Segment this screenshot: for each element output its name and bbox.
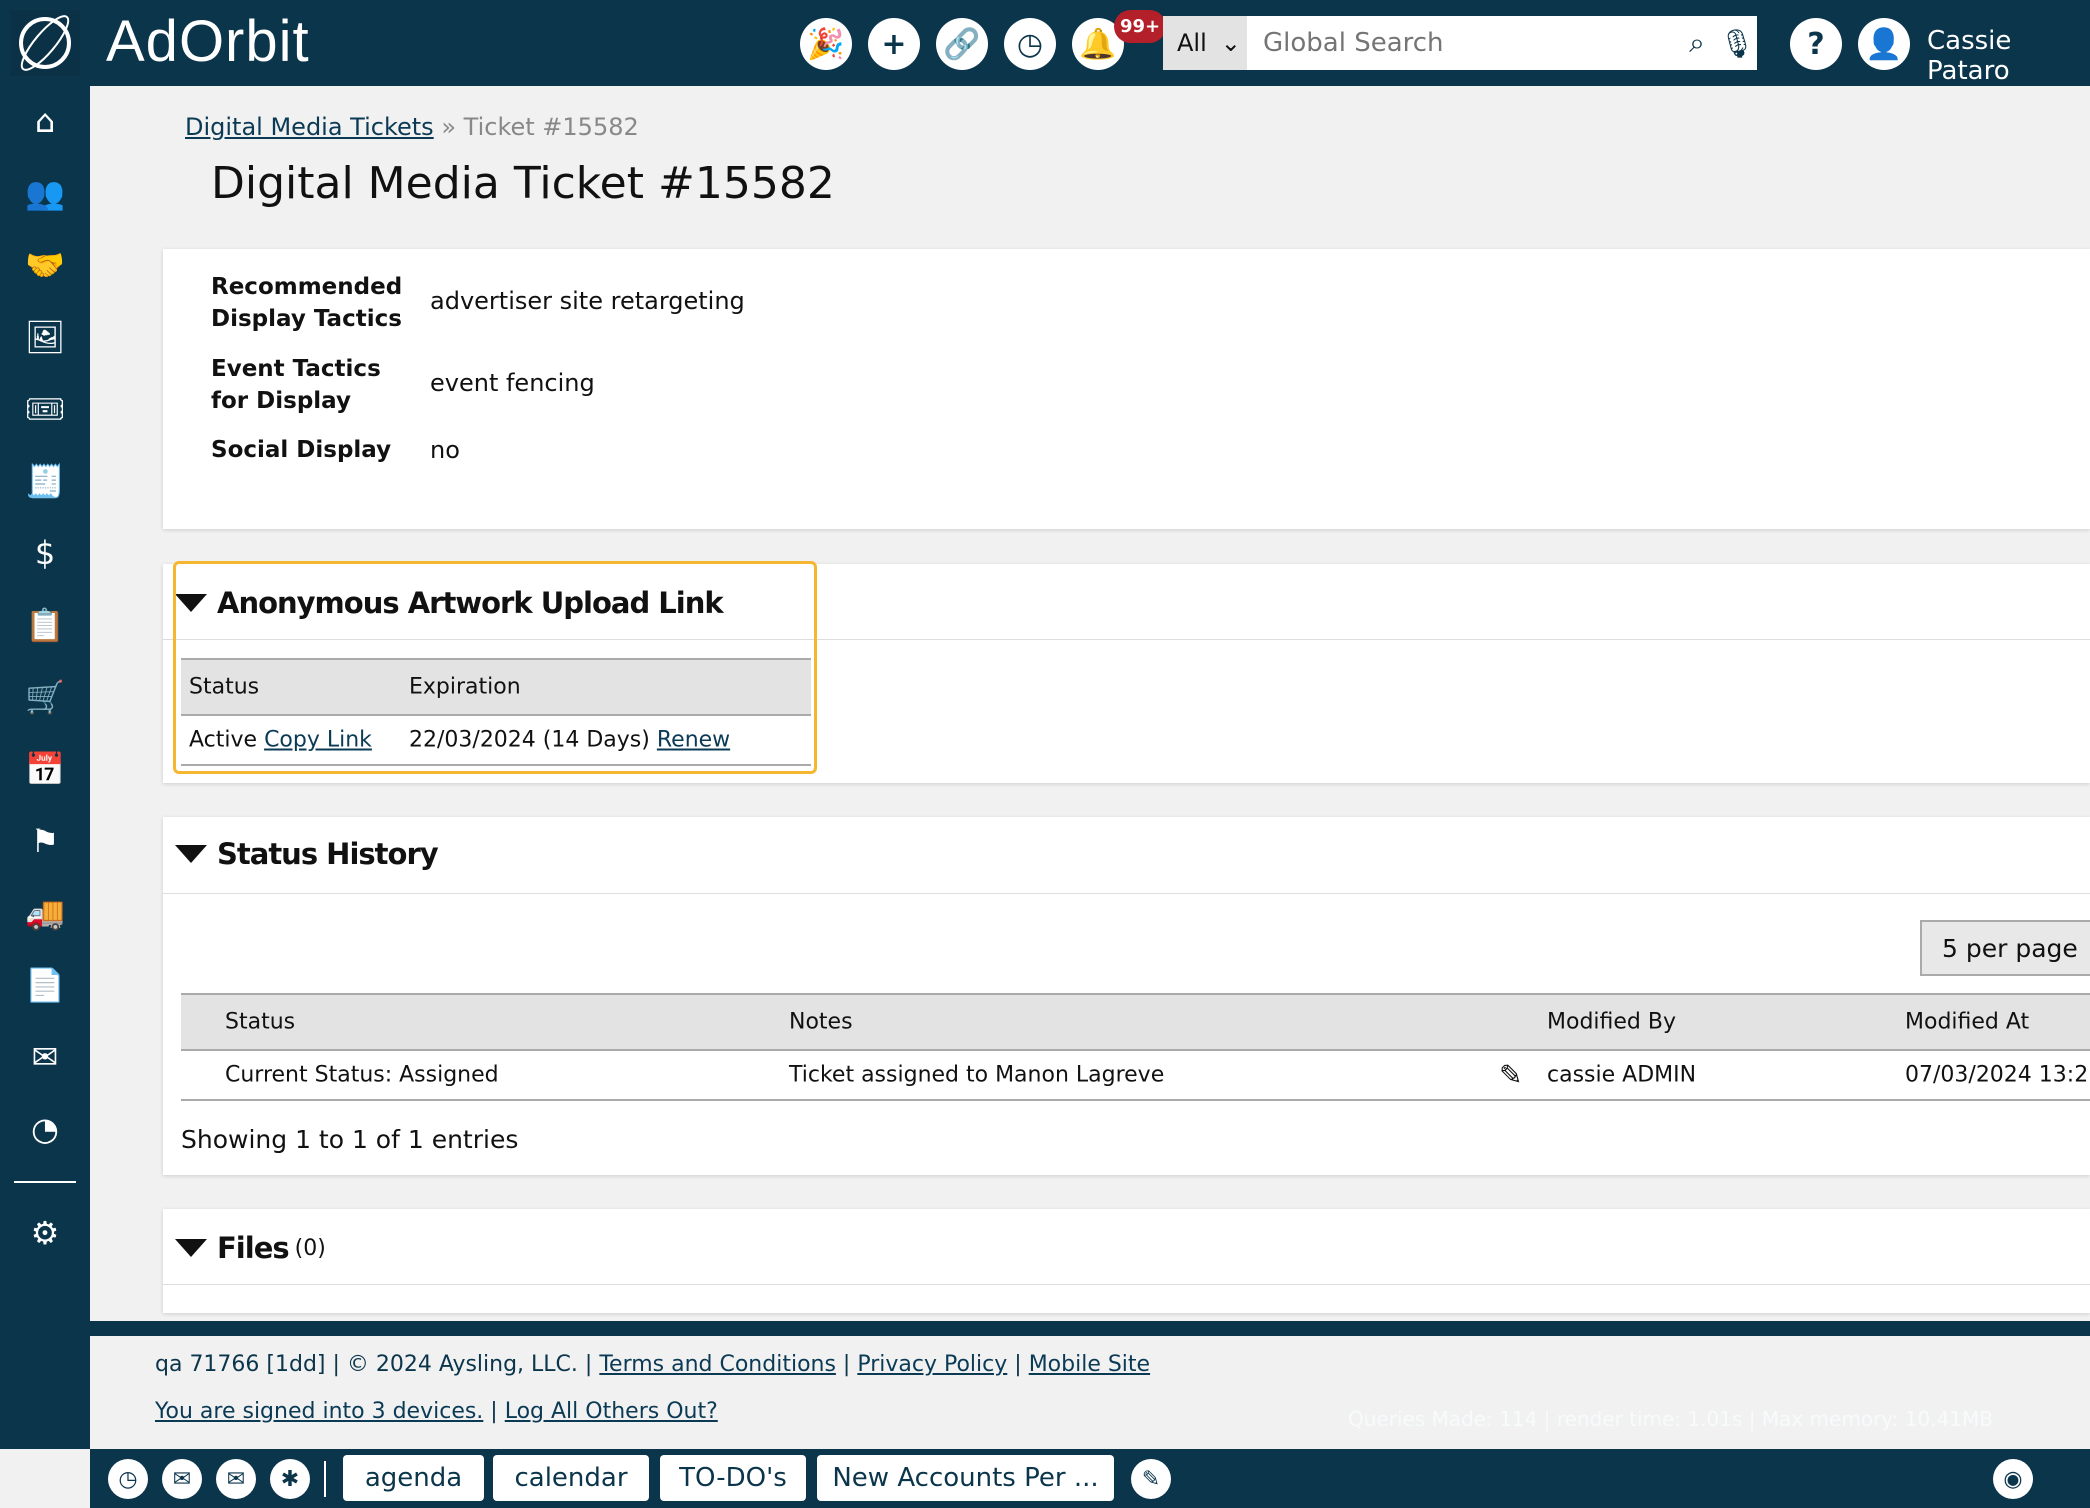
sidebar: ⌂ 👥 🤝 🖼 🎟 🧾 $ 📋 🛒 📅 ⚑ 🚚 📄 ✉ ◔ ⚙ — [0, 86, 90, 1449]
breadcrumb-current: Ticket #15582 — [463, 113, 639, 141]
privacy-link[interactable]: Privacy Policy — [857, 1352, 1007, 1377]
field-value: advertiser site retargeting — [430, 287, 745, 315]
top-bar: AdOrbit 🎉 + 🔗 ◷ 🔔 99+ All⌄ ⌕ 🎙 ? 👤 Cassi… — [0, 0, 2090, 86]
media-icon[interactable]: 🖼 — [22, 314, 68, 360]
gear-icon[interactable]: ⚙ — [22, 1210, 68, 1256]
help-icon[interactable]: ? — [1790, 18, 1842, 70]
tab-new-accounts[interactable]: New Accounts Per ... — [817, 1455, 1114, 1501]
highlight-box — [173, 561, 817, 774]
field-value: no — [430, 436, 460, 464]
mobile-site-link[interactable]: Mobile Site — [1029, 1352, 1150, 1377]
toggle-icon[interactable]: ◉ — [1993, 1459, 2033, 1499]
delivery-icon[interactable]: 🚚 — [22, 890, 68, 936]
terms-link[interactable]: Terms and Conditions — [599, 1352, 836, 1377]
column-header: Modified At — [1905, 1009, 2030, 1035]
status-history-card: Status History 5 per page Status Notes M… — [163, 817, 2090, 1175]
ticket-fields-card: Recommended Display Tactics advertiser s… — [163, 249, 2090, 529]
page-title: Digital Media Ticket #15582 — [211, 158, 835, 209]
mass-mail-icon[interactable]: ✉ — [216, 1459, 256, 1499]
field-value: event fencing — [430, 369, 595, 397]
scope-label: All — [1177, 29, 1207, 57]
footer-band — [90, 1321, 2090, 1336]
breadcrumb-separator: » — [441, 113, 457, 141]
mail-icon[interactable]: ✉ — [162, 1459, 202, 1499]
slack-icon[interactable]: ✱ — [270, 1459, 310, 1499]
tickets-icon[interactable]: 🎟 — [22, 386, 68, 432]
notes-cell: Ticket assigned to Manon Lagreve — [789, 1062, 1165, 1088]
entries-info: Showing 1 to 1 of 1 entries — [181, 1125, 519, 1154]
files-card: Files (0) — [163, 1209, 2090, 1313]
footer-links: qa 71766 [1dd] | © 2024 Aysling, LLC. | … — [155, 1352, 1151, 1377]
microphone-icon[interactable]: 🎙 — [1717, 16, 1757, 70]
user-name[interactable]: Cassie Pataro — [1927, 26, 2090, 86]
contacts-icon[interactable]: 👥 — [22, 170, 68, 216]
search-scope-select[interactable]: All ⌄ — [1163, 16, 1247, 70]
field-label: Recommended Display Tactics — [211, 274, 403, 332]
events-icon[interactable]: 📅 — [22, 746, 68, 792]
party-icon[interactable]: 🎉 — [800, 18, 852, 70]
deals-icon[interactable]: 🤝 — [22, 242, 68, 288]
divider — [324, 1461, 326, 1497]
search-input[interactable] — [1247, 16, 1677, 70]
divider — [163, 1284, 2090, 1285]
table-row: Current Status: Assigned Ticket assigned… — [181, 1051, 2090, 1101]
breadcrumb-parent-link[interactable]: Digital Media Tickets — [185, 113, 434, 141]
mail-icon[interactable]: ✉ — [22, 1034, 68, 1080]
status-history-toggle[interactable]: Status History — [175, 837, 439, 871]
signed-in-devices-link[interactable]: You are signed into 3 devices. — [155, 1399, 483, 1424]
edit-icon[interactable]: ✎ — [1131, 1459, 1171, 1499]
tab-calendar[interactable]: calendar — [493, 1455, 649, 1501]
cart-icon[interactable]: 🛒 — [22, 674, 68, 720]
field-label: Social Display — [211, 437, 392, 463]
sidebar-divider — [14, 1181, 76, 1183]
column-header: Notes — [789, 1009, 853, 1035]
build-info: qa 71766 [1dd] | © 2024 Aysling, LLC. | — [155, 1352, 593, 1377]
global-search: All ⌄ ⌕ 🎙 — [1163, 16, 1757, 70]
section-title: Files — [217, 1231, 290, 1265]
status-cell: Current Status: Assigned — [225, 1062, 499, 1088]
home-icon[interactable]: ⌂ — [22, 98, 68, 144]
per-page-select[interactable]: 5 per page — [1920, 920, 2090, 976]
field-label: Event Tactics for Display — [211, 356, 381, 414]
tab-agenda[interactable]: agenda — [343, 1455, 484, 1501]
ap-ar-icon[interactable]: $ — [22, 530, 68, 576]
brand-logo[interactable]: AdOrbit — [106, 8, 310, 75]
signs-icon[interactable]: ⚑ — [22, 818, 68, 864]
modified-at-cell: 07/03/2024 13:21: — [1905, 1062, 2090, 1088]
column-header: Status — [225, 1009, 296, 1035]
caret-down-icon — [175, 845, 207, 863]
divider — [163, 893, 2090, 894]
files-toggle[interactable]: Files (0) — [175, 1231, 326, 1265]
billing-icon[interactable]: 🧾 — [22, 458, 68, 504]
history-icon[interactable]: ◷ — [1004, 18, 1056, 70]
pencil-icon[interactable]: ✎ — [1499, 1059, 1522, 1092]
caret-down-icon — [175, 1239, 207, 1257]
notification-badge: 99+ — [1114, 10, 1167, 43]
render-stats: Queries Made: 114 | render time: 1.01s |… — [1348, 1407, 1993, 1431]
bottom-bar: ◷ ✉ ✉ ✱ agenda calendar TO-DO's New Acco… — [90, 1449, 2090, 1508]
tab-todos[interactable]: TO-DO's — [660, 1455, 806, 1501]
chevron-down-icon: ⌄ — [1220, 29, 1241, 57]
column-header: Modified By — [1547, 1009, 1676, 1035]
clock-icon[interactable]: ◷ — [108, 1459, 148, 1499]
search-icon[interactable]: ⌕ — [1677, 16, 1717, 70]
breadcrumb: Digital Media Tickets » Ticket #15582 — [185, 113, 639, 141]
modified-by-cell: cassie ADMIN — [1547, 1062, 1697, 1088]
add-icon[interactable]: + — [868, 18, 920, 70]
link-icon[interactable]: 🔗 — [936, 18, 988, 70]
orbit-logo-icon[interactable] — [10, 10, 80, 76]
files-count: (0) — [294, 1235, 326, 1261]
footer-session: You are signed into 3 devices. | Log All… — [155, 1399, 718, 1424]
section-title: Status History — [217, 837, 439, 871]
user-avatar-icon[interactable]: 👤 — [1858, 18, 1910, 70]
log-out-others-link[interactable]: Log All Others Out? — [505, 1399, 718, 1424]
tasks-icon[interactable]: 📋 — [22, 602, 68, 648]
reports-icon[interactable]: ◔ — [22, 1106, 68, 1152]
table-header: Status Notes Modified By Modified At — [181, 993, 2090, 1051]
w2-icon[interactable]: 📄 — [22, 962, 68, 1008]
